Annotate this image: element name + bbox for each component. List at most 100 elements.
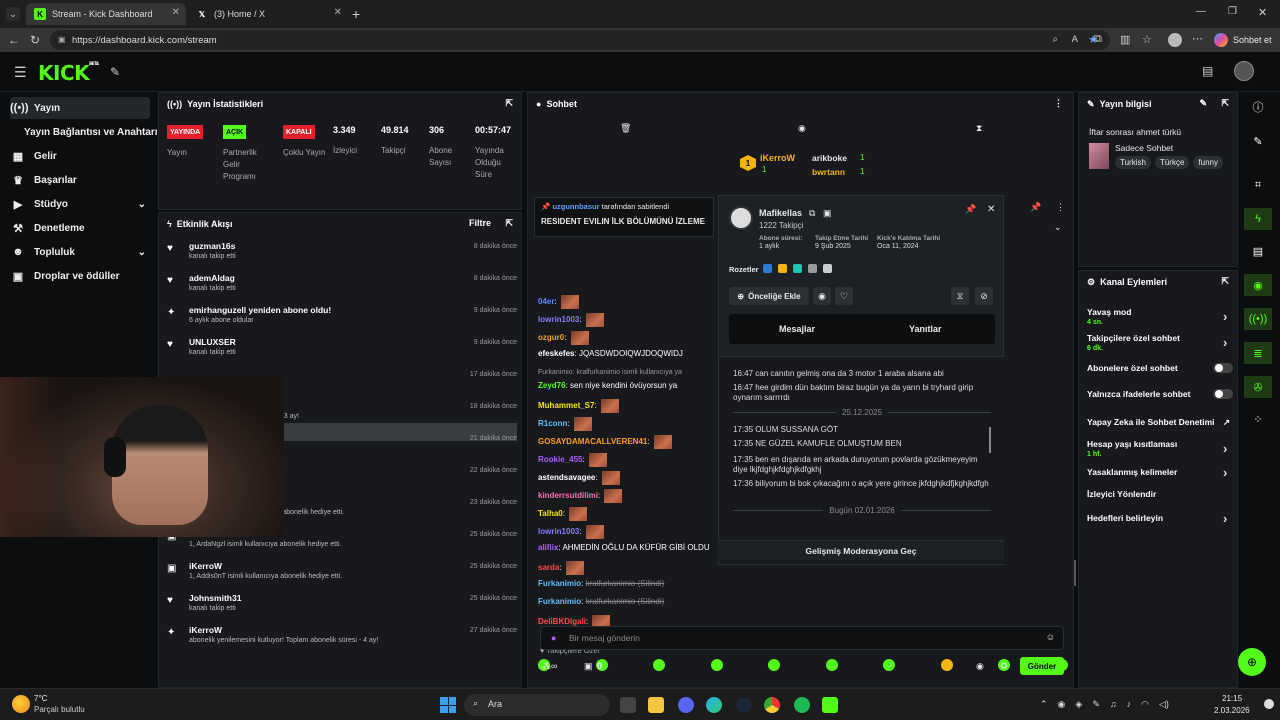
activity-row[interactable]: ▣ iKerroW 1, Addis0nT isimli kullanıcıya a…: [167, 561, 517, 593]
chat-settings-icon[interactable]: ⚙: [1000, 661, 1008, 672]
channel-action-row[interactable]: İzleyici Yönlendir: [1087, 489, 1237, 499]
tab-messages[interactable]: Mesajlar: [779, 324, 815, 334]
start-icon[interactable]: [440, 697, 456, 713]
heart-icon[interactable]: ♡: [835, 287, 853, 305]
tab-replies[interactable]: Yanıtlar: [909, 324, 942, 334]
channel-action-row[interactable]: Abonelere özel sohbet: [1087, 363, 1237, 373]
tray-app-icon[interactable]: ◉: [1058, 699, 1066, 710]
top-gifter-name[interactable]: iKerroW: [760, 153, 795, 163]
chat-username[interactable]: lowrin1003: [538, 315, 579, 324]
spotify-icon[interactable]: [794, 697, 810, 713]
chat-expand-icon[interactable]: ⌄: [1054, 222, 1062, 233]
chat-username[interactable]: DeliBKDlgali: [538, 617, 586, 626]
chat-message[interactable]: lowrin1003:: [538, 525, 604, 539]
tab-list-icon[interactable]: ⌄: [6, 7, 20, 21]
chrome-icon[interactable]: [764, 697, 780, 713]
back-icon[interactable]: ←: [8, 33, 20, 47]
zoom-icon[interactable]: ⌕: [1053, 34, 1058, 45]
chat-username[interactable]: efeskefes: [538, 349, 574, 358]
channel-action-row[interactable]: Hedefleri belirleyin ›: [1087, 511, 1237, 526]
file-explorer-icon[interactable]: [648, 697, 664, 713]
more-vert-icon[interactable]: ⋮: [1054, 98, 1063, 109]
channel-action-row[interactable]: Yasaklanmış kelimeler ›: [1087, 465, 1237, 480]
wifi-icon[interactable]: ◠: [1141, 699, 1149, 710]
edit-icon[interactable]: ✎: [1199, 98, 1207, 109]
pencil-icon[interactable]: ✎: [1244, 130, 1272, 152]
chevron-right-icon[interactable]: ›: [1223, 441, 1231, 456]
sidebar-item[interactable]: ♛ Başarılar: [10, 169, 150, 191]
list-icon[interactable]: ≣: [1244, 342, 1272, 364]
clock-time[interactable]: 21:15: [1222, 694, 1242, 703]
chat-message[interactable]: Furkanimio: kralfurkanimio isimli kullan…: [538, 367, 682, 376]
emoji-picker-icon[interactable]: ☺: [1046, 632, 1055, 642]
tools-icon[interactable]: ✎: [110, 65, 120, 79]
chat-username[interactable]: Furkanimio: [538, 579, 581, 588]
chat-bubble-small-icon[interactable]: ◉: [976, 661, 984, 672]
priority-button[interactable]: ⊕ Önceliğe Ekle: [729, 287, 809, 305]
channel-action-row[interactable]: Hesap yaşı kısıtlaması 1 hf. ›: [1087, 439, 1237, 458]
tag-pill[interactable]: funny: [1193, 156, 1223, 169]
minimize-icon[interactable]: —: [1196, 6, 1206, 17]
task-view-icon[interactable]: [620, 697, 636, 713]
chat-message[interactable]: efeskefes: JQASDWDOIQWJDOQWIDJ: [538, 349, 683, 358]
kick-app-icon[interactable]: [822, 697, 838, 713]
chest-icon[interactable]: ▣: [584, 661, 593, 672]
eye-icon[interactable]: ◉: [813, 287, 831, 305]
user-avatar[interactable]: [1234, 61, 1254, 81]
copilot-button[interactable]: Sohbet et: [1214, 31, 1272, 49]
mic-icon[interactable]: ●: [551, 633, 556, 643]
split-screen-icon[interactable]: ▥: [1120, 33, 1130, 46]
chat-message[interactable]: alifiix: AHMEDİN OĞLU DA KÜFÜR GİBİ OLDU: [538, 543, 710, 552]
activity-row[interactable]: ♥ Johnsmith31 kanalı takip etti 25 dakika ö…: [167, 593, 517, 625]
card-icon[interactable]: ▣: [823, 208, 832, 219]
chat-message[interactable]: Furkanimio: kralfurkanimio (Silindi): [538, 597, 664, 606]
chat-message[interactable]: sarda:: [538, 561, 584, 575]
ban-icon[interactable]: ⊘: [975, 287, 993, 305]
reload-icon[interactable]: ↻: [30, 33, 40, 47]
chat-message[interactable]: Muhammet_S7:: [538, 399, 619, 413]
weather-icon[interactable]: [12, 695, 30, 713]
chat-username[interactable]: astendsavagee: [538, 473, 595, 482]
extensions-icon[interactable]: ⧉: [1094, 33, 1102, 46]
channel-action-row[interactable]: Yalnızca ifadelerle sohbet: [1087, 389, 1237, 399]
gifter-name[interactable]: arikboke: [812, 153, 847, 163]
chat-message[interactable]: Rookie_455:: [538, 453, 607, 467]
pin-user-icon[interactable]: 📌: [965, 204, 976, 215]
chat-message[interactable]: ozgur0:: [538, 331, 589, 345]
chat-scrollbar[interactable]: [1074, 560, 1076, 586]
timeout-icon[interactable]: ⧖: [951, 287, 969, 305]
support-button[interactable]: ⊕: [1238, 648, 1266, 676]
chat-username[interactable]: ozgur0: [538, 333, 564, 342]
channel-action-row[interactable]: Takipçilere özel sohbet 6 dk. ›: [1087, 333, 1237, 352]
lightning-icon[interactable]: ϟ: [1244, 208, 1272, 230]
chat-username[interactable]: alifiix: [538, 543, 558, 552]
activity-row[interactable]: ♥ UNLUXSER kanalı takip etti 9 dakika önce: [167, 337, 517, 369]
hourglass-icon[interactable]: ⧗: [976, 123, 982, 134]
close-tab-icon[interactable]: ✕: [172, 7, 180, 18]
sidebar-item[interactable]: ▶ Stüdyo ⌄: [10, 193, 150, 215]
activity-row[interactable]: ♥ ademAldag kanalı takip etti 8 dakika önce: [167, 273, 517, 305]
studio-link-icon[interactable]: ▤: [1202, 64, 1213, 78]
steam-icon[interactable]: [736, 697, 752, 713]
chat-username[interactable]: Talha0: [538, 509, 563, 518]
chat-username[interactable]: GOSAYDAMACALLVEREN41: [538, 437, 647, 446]
filter-button[interactable]: Filtre: [469, 218, 491, 228]
sidebar-item[interactable]: Yayın Bağlantısı ve Anahtarı: [24, 121, 158, 143]
tray-app-icon[interactable]: ♫: [1110, 699, 1117, 710]
chat-message[interactable]: astendsavagee:: [538, 471, 620, 485]
menu-icon[interactable]: ☰: [14, 64, 27, 81]
sidebar-item[interactable]: ((•)) Yayın: [10, 97, 150, 119]
popout-icon[interactable]: ⇱: [505, 218, 513, 229]
category-name[interactable]: Sadece Sohbet: [1115, 143, 1173, 153]
sidebar-item[interactable]: ☻ Topluluk ⌄: [10, 241, 150, 263]
wrench-icon[interactable]: ✇: [1244, 376, 1272, 398]
tray-app-icon[interactable]: ✎: [1092, 699, 1100, 710]
advanced-moderation-button[interactable]: Gelişmiş Moderasyona Geç: [718, 540, 1004, 560]
chevron-right-icon[interactable]: ›: [1223, 335, 1231, 350]
discord-icon[interactable]: [678, 697, 694, 713]
chat-username[interactable]: Furkanimio: [538, 597, 581, 606]
chat-message[interactable]: Furkanimio: kralfurkanimio (Silindi): [538, 579, 664, 588]
tag-pill[interactable]: Turkish: [1115, 156, 1151, 169]
chat-username[interactable]: 04er: [538, 297, 554, 306]
sidebar-item[interactable]: ▣ Droplar ve ödüller: [10, 265, 150, 287]
